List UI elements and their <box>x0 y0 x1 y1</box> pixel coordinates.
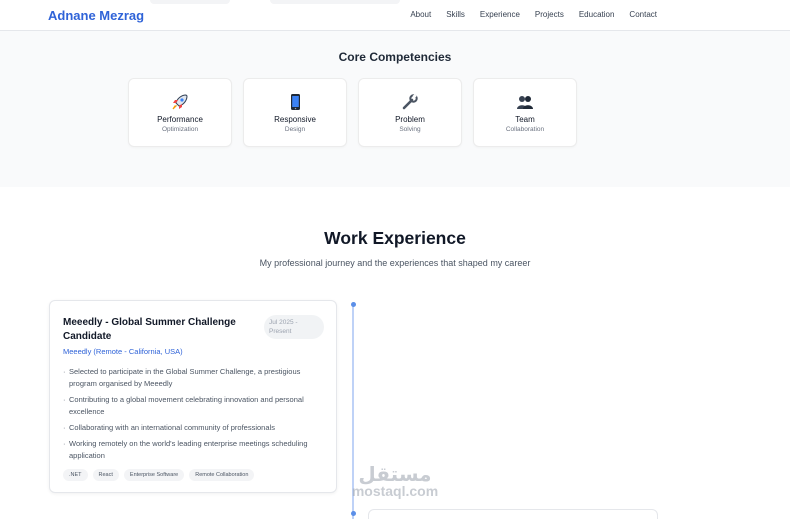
competency-title: Team <box>515 115 535 124</box>
tag: React <box>92 469 119 481</box>
competency-subtitle: Design <box>284 126 306 133</box>
nav-link-experience[interactable]: Experience <box>480 10 520 19</box>
tag: .NET <box>63 469 88 481</box>
tech-tags: .NET React Enterprise Software Remote Co… <box>63 469 255 481</box>
competency-title: Problem <box>395 115 425 124</box>
list-item: Working remotely on the world's leading … <box>63 438 325 462</box>
competency-title: Responsive <box>274 115 316 124</box>
list-item: Selected to participate in the Global Su… <box>63 366 325 390</box>
date-badge: Jul 2025 - Present <box>264 315 324 339</box>
section-title: Core Competencies <box>338 50 452 64</box>
competency-subtitle: Solving <box>399 126 421 133</box>
nav-link-education[interactable]: Education <box>579 10 615 19</box>
list-item: Collaborating with an international comm… <box>63 422 325 434</box>
competency-card-team: Team Collaboration <box>473 78 577 147</box>
watermark: مستقل mostaql.com <box>345 464 445 498</box>
competency-card-performance: Performance Optimization <box>128 78 232 147</box>
nav-link-contact[interactable]: Contact <box>629 10 657 19</box>
nav-link-projects[interactable]: Projects <box>535 10 564 19</box>
competency-subtitle: Optimization <box>161 126 199 133</box>
work-experience-title: Work Experience <box>324 228 466 248</box>
competency-subtitle: Collaboration <box>505 126 545 133</box>
wrench-icon <box>359 92 461 112</box>
brand-logo[interactable]: Adnane Mezrag <box>48 8 144 23</box>
nav-link-about[interactable]: About <box>410 10 431 19</box>
competency-card-responsive: Responsive Design <box>243 78 347 147</box>
core-competencies-section: Core Competencies Performance Optimizati… <box>0 31 790 187</box>
work-experience-subtitle: My professional journey and the experien… <box>259 258 531 268</box>
experience-card: Meeedly - Global Summer Challenge Candid… <box>49 300 337 493</box>
date-end: Present <box>269 328 292 335</box>
tag: Enterprise Software <box>123 469 185 481</box>
watermark-arabic: مستقل <box>358 462 432 486</box>
company-link[interactable]: Meeedly (Remote - California, USA) <box>63 347 183 356</box>
timeline-dot <box>350 302 356 307</box>
date-start: Jul 2025 - <box>269 319 298 326</box>
nav-link-skills[interactable]: Skills <box>446 10 465 19</box>
top-navbar: Adnane Mezrag About Skills Experience Pr… <box>0 0 790 31</box>
experience-bullets: Selected to participate in the Global Su… <box>63 366 325 466</box>
experience-title: Meeedly - Global Summer Challenge Candid… <box>63 317 236 342</box>
decorative-shape <box>270 0 400 4</box>
competency-card-problem: Problem Solving <box>358 78 462 147</box>
phone-icon <box>244 92 346 112</box>
experience-card-next <box>368 509 658 519</box>
decorative-shape <box>150 0 230 4</box>
nav-links: About Skills Experience Projects Educati… <box>410 10 657 19</box>
rocket-icon <box>129 92 231 112</box>
competency-cards: Performance Optimization Responsive Desi… <box>128 78 577 147</box>
competency-title: Performance <box>157 115 203 124</box>
tag: Remote Collaboration <box>189 469 255 481</box>
team-icon <box>474 92 576 112</box>
timeline-dot <box>350 511 356 516</box>
watermark-latin: mostaql.com <box>351 483 439 499</box>
list-item: Contributing to a global movement celebr… <box>63 394 325 418</box>
